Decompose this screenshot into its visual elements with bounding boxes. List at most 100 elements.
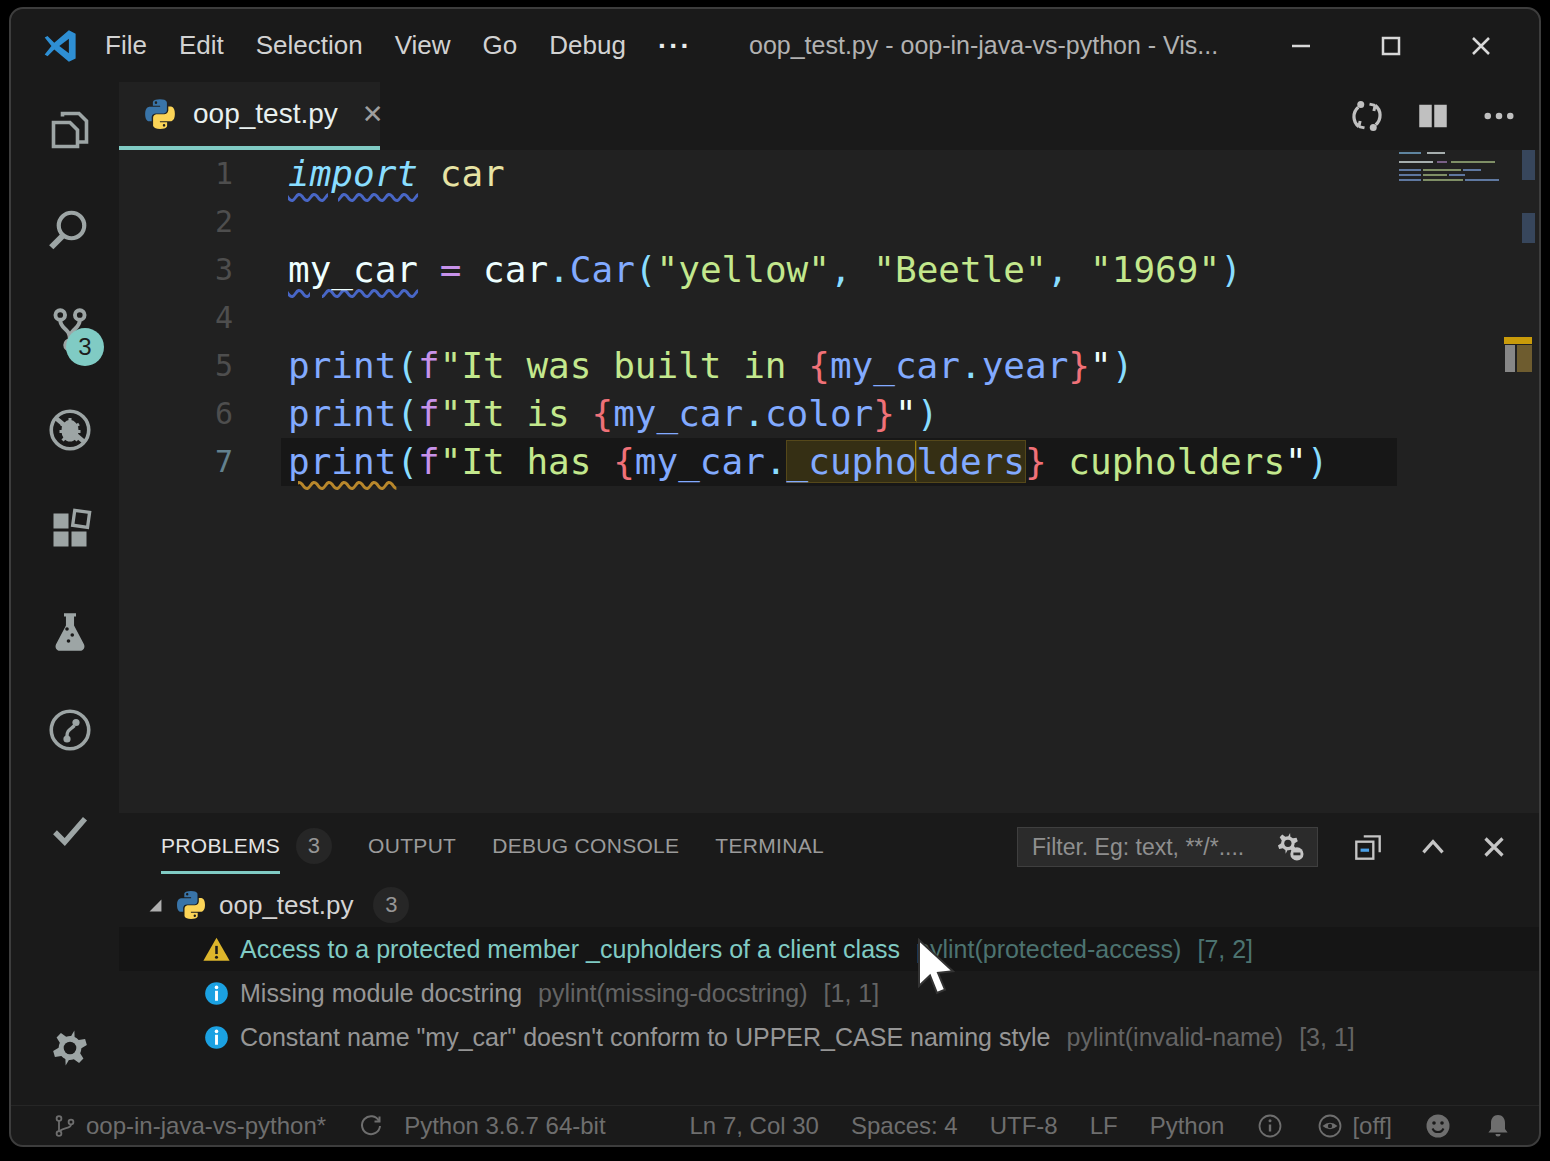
minimap-line: [1399, 174, 1421, 176]
panel-tabs: PROBLEMS3 OUTPUT DEBUG CONSOLE TERMINAL: [161, 813, 824, 879]
line-number-2: 2: [179, 198, 233, 246]
status-notifications[interactable]: [1484, 1112, 1512, 1140]
eye-icon: [1316, 1112, 1344, 1140]
maximize-button[interactable]: [1369, 9, 1413, 82]
overview-ruler-mark: [1504, 337, 1532, 344]
minimap-line: [1437, 161, 1447, 163]
panel-tab-debug-console[interactable]: DEBUG CONSOLE: [492, 813, 679, 879]
problems-filter-input[interactable]: Filter. Eg: text, **/*....: [1017, 827, 1318, 867]
filter-icon[interactable]: [1273, 830, 1307, 864]
problem-source: pylint(missing-docstring): [538, 979, 808, 1008]
info-circle-icon: [1256, 1112, 1284, 1140]
overview-ruler-mark: [1522, 150, 1535, 180]
problem-row-1[interactable]: Access to a protected member _cupholders…: [119, 927, 1539, 971]
panel-tab-problems[interactable]: PROBLEMS3: [161, 813, 332, 879]
problem-row-2[interactable]: Missing module docstring pylint(missing-d…: [119, 971, 1539, 1015]
minimap-line: [1399, 161, 1433, 163]
line-number-5: 5: [179, 342, 233, 390]
problem-row-3[interactable]: Constant name "my_car" doesn't conform t…: [119, 1015, 1539, 1059]
minimap-line: [1399, 179, 1421, 181]
menu-debug[interactable]: Debug: [549, 30, 626, 62]
sync-icon: [358, 1113, 384, 1139]
activity-bar-gear-icon[interactable]: [46, 1024, 94, 1072]
collapse-all-icon[interactable]: [1347, 826, 1389, 868]
editor-more-actions-icon[interactable]: [1479, 82, 1519, 150]
code-line-6: 6print(f"It is {my_car.color}"): [119, 390, 1539, 438]
info-icon: [202, 979, 231, 1008]
activity-bar: 3: [11, 82, 119, 1105]
python-file-icon: [143, 97, 177, 131]
tab-label: oop_test.py: [193, 98, 338, 130]
warning-icon: [202, 935, 231, 964]
activity-bar-extensions-icon[interactable]: [46, 506, 94, 554]
activity-bar-files-icon[interactable]: [46, 106, 94, 154]
menu-selection[interactable]: Selection: [256, 30, 363, 62]
menu-file[interactable]: File: [105, 30, 147, 62]
problems-file-group[interactable]: oop_test.py 3: [119, 883, 1539, 927]
code-line-4: 4: [119, 294, 1539, 342]
minimap-line: [1423, 174, 1447, 176]
minimap-line: [1399, 152, 1421, 154]
menu-[interactable]: ···: [658, 30, 692, 62]
line-number-3: 3: [179, 246, 233, 294]
problem-message: Access to a protected member _cupholders…: [240, 935, 900, 964]
menu-go[interactable]: Go: [483, 30, 518, 62]
panel-tab-terminal[interactable]: TERMINAL: [715, 813, 824, 879]
minimap-line: [1423, 169, 1461, 171]
minimize-button[interactable]: [1279, 9, 1323, 82]
editor-tab-bar: oop_test.py ✕: [119, 82, 1539, 150]
info-icon: [202, 1023, 231, 1052]
status-sync-button[interactable]: [358, 1113, 384, 1139]
status-python-info[interactable]: [1256, 1112, 1284, 1140]
activity-bar-debug-disabled-icon[interactable]: [46, 406, 94, 454]
status-eol[interactable]: LF: [1090, 1112, 1118, 1140]
code-line-7: 7print(f"It has {my_car._cupholders} cup…: [119, 438, 1539, 486]
window-title: oop_test.py - oop-in-java-vs-python - Vi…: [749, 9, 1218, 82]
sync-changes-icon[interactable]: [1347, 82, 1387, 150]
status-branch-indicator[interactable]: oop-in-java-vs-python*: [52, 1112, 326, 1140]
activity-bar-check-icon[interactable]: [46, 806, 94, 854]
problem-position: [3, 1]: [1299, 1023, 1355, 1052]
tab-close-icon[interactable]: ✕: [362, 99, 384, 130]
activity-bar-search-icon[interactable]: [46, 206, 94, 254]
smiley-icon: [1424, 1112, 1452, 1140]
overview-ruler-mark: [1505, 345, 1515, 372]
close-button[interactable]: [1459, 9, 1503, 82]
minimap-line: [1427, 152, 1445, 154]
status-cursor-position[interactable]: Ln 7, Col 30: [690, 1112, 819, 1140]
source-control-badge: 3: [66, 328, 104, 366]
activity-bar-beaker-icon[interactable]: [46, 608, 94, 656]
minimap-line: [1449, 174, 1465, 176]
minimap-line: [1399, 169, 1421, 171]
problem-position: [1, 1]: [824, 979, 880, 1008]
status-live-share[interactable]: [off]: [1316, 1112, 1392, 1140]
problem-source: pylint(invalid-name): [1066, 1023, 1283, 1052]
code-line-5: 5print(f"It was built in {my_car.year}"): [119, 342, 1539, 390]
menu-view[interactable]: View: [395, 30, 451, 62]
status-encoding[interactable]: UTF-8: [990, 1112, 1058, 1140]
close-panel-icon[interactable]: [1473, 826, 1515, 868]
mouse-cursor: [917, 938, 961, 1004]
minimap-line: [1463, 169, 1481, 171]
minimap-line: [1465, 179, 1499, 181]
vscode-logo-icon: [43, 28, 79, 64]
panel-tab-output[interactable]: OUTPUT: [368, 813, 456, 879]
status-feedback[interactable]: [1424, 1112, 1452, 1140]
problems-count-badge: 3: [296, 828, 332, 864]
bell-icon: [1484, 1112, 1512, 1140]
problems-file-name: oop_test.py: [219, 890, 353, 921]
line-number-4: 4: [179, 294, 233, 342]
status-indentation[interactable]: Spaces: 4: [851, 1112, 958, 1140]
status-bar: oop-in-java-vs-python* Python 3.6.7 64-bi…: [11, 1105, 1539, 1145]
activity-bar-profile-icon[interactable]: [46, 706, 94, 754]
twistie-expanded-icon: [146, 896, 165, 915]
maximize-panel-icon[interactable]: [1412, 826, 1454, 868]
split-editor-icon[interactable]: [1413, 82, 1453, 150]
status-language-mode[interactable]: Python: [1150, 1112, 1225, 1140]
problem-message: Missing module docstring: [240, 979, 522, 1008]
menu-edit[interactable]: Edit: [179, 30, 224, 62]
code-editor[interactable]: 1import car23my_car = car.Car("yellow", …: [119, 150, 1539, 813]
bottom-panel: PROBLEMS3 OUTPUT DEBUG CONSOLE TERMINAL Fil…: [119, 813, 1539, 1105]
status-python-interpreter[interactable]: Python 3.6.7 64-bit: [404, 1112, 605, 1140]
tab-oop-test-py[interactable]: oop_test.py ✕: [119, 82, 380, 150]
